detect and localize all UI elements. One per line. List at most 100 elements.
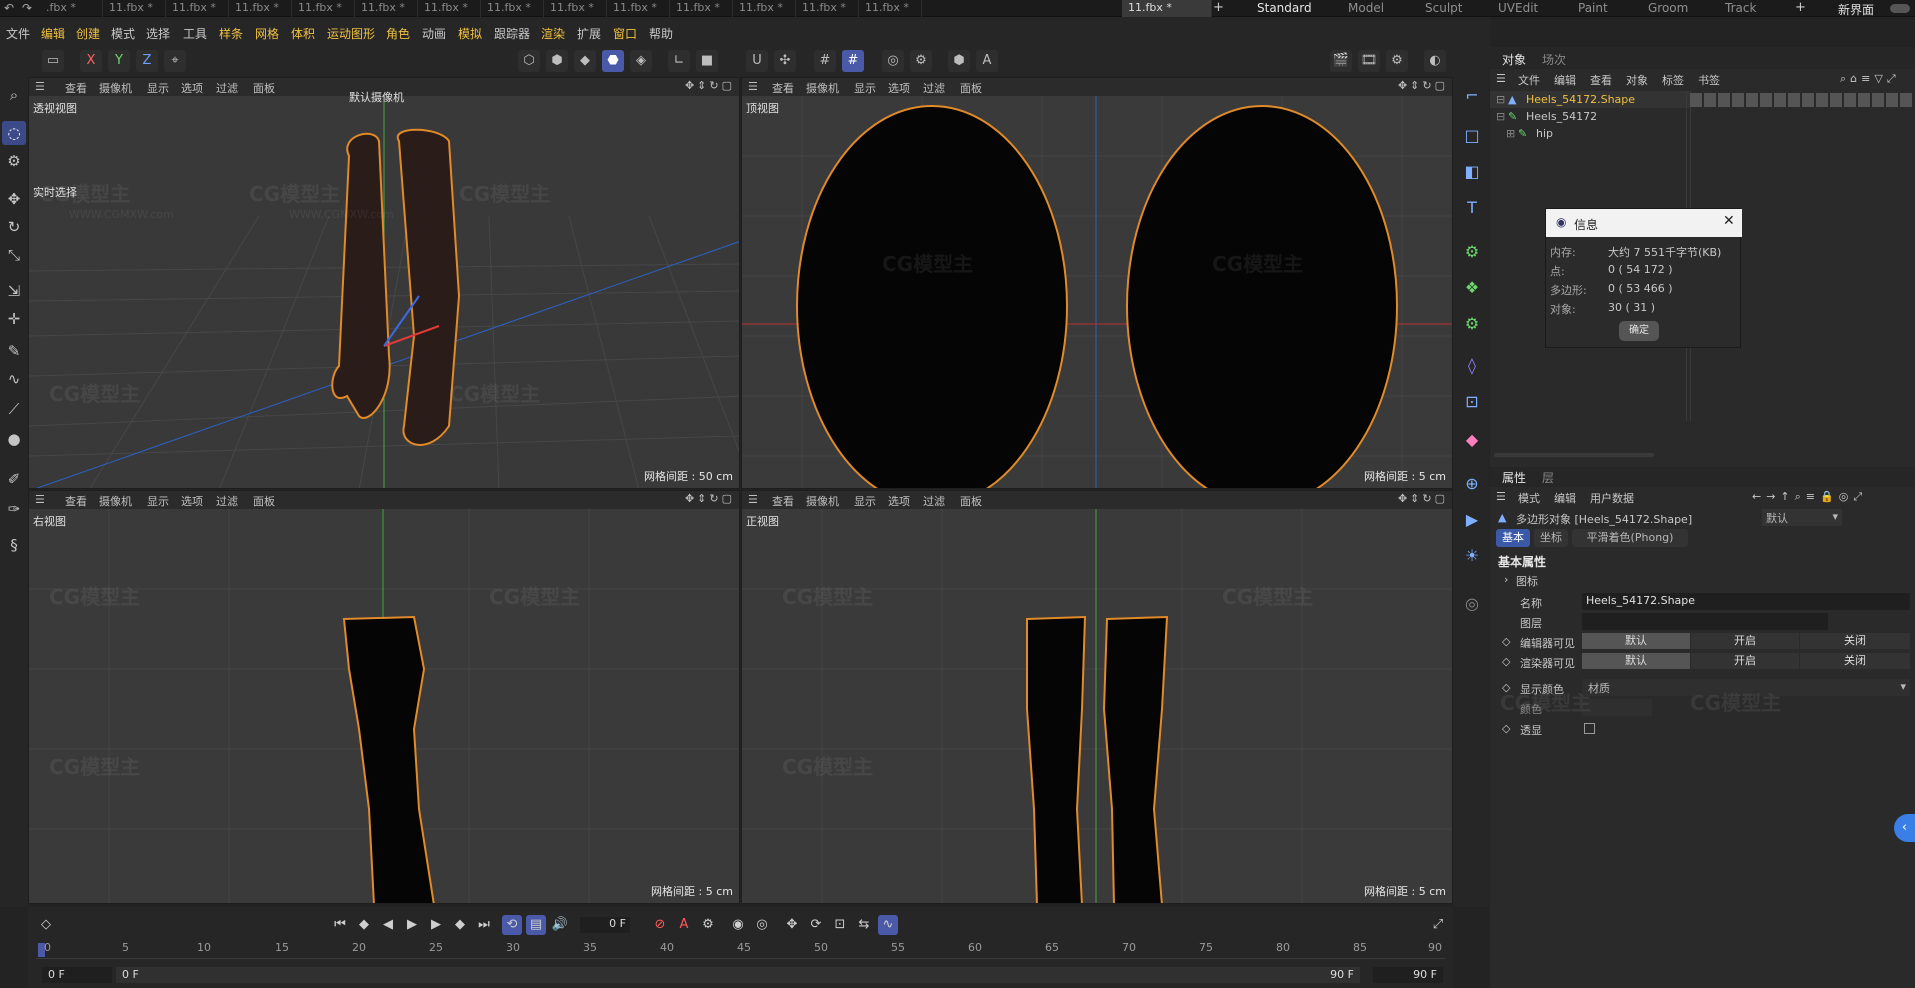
key-settings-icon[interactable]: ⚙ bbox=[698, 915, 718, 935]
attributes-menu-userdata[interactable]: 用户数据 bbox=[1590, 490, 1634, 506]
subtab-basic[interactable]: 基本 bbox=[1496, 529, 1530, 547]
symmetry-settings-icon[interactable]: ⚙ bbox=[910, 50, 932, 72]
editor-visible-default[interactable]: 默认 bbox=[1582, 633, 1690, 649]
file-tab[interactable]: 11.fbx * bbox=[229, 0, 292, 17]
viewport-nav-icons[interactable]: ✥⇕↻▢ bbox=[685, 79, 735, 92]
uv-mode-icon[interactable]: ◈ bbox=[630, 50, 652, 72]
file-tab[interactable]: 11.fbx * bbox=[355, 0, 418, 17]
light-object-icon[interactable]: ☀ bbox=[1459, 543, 1485, 569]
menu-volume[interactable]: 体积 bbox=[291, 25, 315, 42]
tree-expand-icon[interactable]: ⊟ bbox=[1496, 93, 1505, 106]
objects-menu-bookmarks[interactable]: 书签 bbox=[1698, 72, 1720, 88]
viewport-nav-icons[interactable]: ✥⇕↻▢ bbox=[685, 492, 735, 505]
objects-menu-tags[interactable]: 标签 bbox=[1662, 72, 1684, 88]
objects-toolbar-icons[interactable]: ⌕⌂≡▽⤢ bbox=[1840, 72, 1900, 86]
spline-tool-icon[interactable]: § bbox=[2, 533, 26, 557]
soft-selection-icon[interactable]: ■ bbox=[696, 50, 718, 72]
sculpt-tool-icon[interactable]: ✑ bbox=[2, 497, 26, 521]
menu-create[interactable]: 创建 bbox=[76, 25, 100, 42]
menu-select[interactable]: 选择 bbox=[146, 25, 170, 42]
ok-button[interactable]: 确定 bbox=[1619, 321, 1659, 341]
menu-simulate[interactable]: 模拟 bbox=[458, 25, 482, 42]
search-icon[interactable]: ⌕ bbox=[2, 83, 26, 107]
viewport-menu-view[interactable]: 查看 bbox=[772, 493, 794, 509]
file-tab[interactable]: 11.fbx * bbox=[859, 0, 922, 17]
fcurve-toggle-icon[interactable]: ⇆ bbox=[854, 915, 874, 935]
null-object-icon[interactable]: ⊡ bbox=[1459, 389, 1485, 415]
tab-layers[interactable]: 层 bbox=[1542, 469, 1554, 486]
editor-visible-on[interactable]: 开启 bbox=[1691, 633, 1799, 649]
move-tool-icon[interactable]: ✥ bbox=[2, 187, 26, 211]
guide-icon[interactable]: A bbox=[976, 50, 998, 72]
fcurve-icon[interactable]: ∿ bbox=[878, 915, 898, 935]
viewport-menu-display[interactable]: 显示 bbox=[147, 80, 169, 96]
file-tab[interactable]: 11.fbx * bbox=[607, 0, 670, 17]
render-visible-off[interactable]: 关闭 bbox=[1800, 653, 1910, 669]
render-settings-icon[interactable]: ⚙ bbox=[1386, 50, 1408, 72]
material-tags-row[interactable] bbox=[1690, 93, 1912, 107]
pen-tool-icon[interactable]: ✎ bbox=[2, 339, 26, 363]
key-scale-icon[interactable]: ✥ bbox=[782, 915, 802, 935]
spline-pen-icon[interactable]: ⌐ bbox=[1459, 83, 1485, 109]
key-position-icon[interactable]: ◉ bbox=[728, 915, 748, 935]
object-mode-icon[interactable]: ⬣ bbox=[602, 50, 624, 72]
viewport-menu-view[interactable]: 查看 bbox=[65, 493, 87, 509]
menu-render[interactable]: 渲染 bbox=[541, 25, 565, 42]
scale-tool-icon[interactable]: ⤡ bbox=[2, 243, 26, 267]
file-tab[interactable]: 11.fbx * bbox=[481, 0, 544, 17]
objects-menu-view[interactable]: 查看 bbox=[1590, 72, 1612, 88]
keyframe-mode-icon[interactable]: ◇ bbox=[36, 915, 56, 935]
editor-visible-off[interactable]: 关闭 bbox=[1800, 633, 1910, 649]
file-tab[interactable]: 11.fbx * bbox=[166, 0, 229, 17]
polygons-mode-icon[interactable]: ◆ bbox=[574, 50, 596, 72]
attributes-menu-edit[interactable]: 编辑 bbox=[1554, 490, 1576, 506]
next-key-icon[interactable]: ◆ bbox=[450, 915, 470, 935]
viewport-menu-display[interactable]: 显示 bbox=[854, 493, 876, 509]
list-item[interactable]: ⊟ ✎ Heels_54172 bbox=[1490, 108, 1690, 125]
menu-extensions[interactable]: 扩展 bbox=[577, 25, 601, 42]
viewport-menu-display[interactable]: 显示 bbox=[854, 80, 876, 96]
layout-tab-uvedit[interactable]: UVEdit bbox=[1498, 0, 1538, 17]
subtab-phong[interactable]: 平滑着色(Phong) bbox=[1572, 529, 1688, 547]
viewport-menu-icon[interactable]: ☰ bbox=[748, 493, 758, 506]
file-tab[interactable]: 11.fbx * bbox=[670, 0, 733, 17]
y-axis-lock-icon[interactable]: Y bbox=[108, 50, 130, 72]
icon-row-label[interactable]: 图标 bbox=[1516, 573, 1538, 589]
menu-tools[interactable]: 工具 bbox=[183, 25, 207, 42]
grid-snap-icon[interactable]: # bbox=[814, 50, 836, 72]
menu-mesh[interactable]: 网格 bbox=[255, 25, 279, 42]
list-item[interactable]: ⊞ ✎ hip bbox=[1490, 125, 1690, 142]
model-mode-icon[interactable]: ▭ bbox=[42, 50, 64, 72]
key-param-icon[interactable]: ⟳ bbox=[806, 915, 826, 935]
key-rotation-icon[interactable]: ◎ bbox=[752, 915, 772, 935]
undo-icon[interactable]: ↶ bbox=[4, 1, 14, 15]
cube-object-icon[interactable]: ◧ bbox=[1459, 159, 1485, 185]
timeline-mode-icon[interactable]: ▤ bbox=[526, 915, 546, 935]
layout-tab-paint[interactable]: Paint bbox=[1578, 0, 1608, 17]
live-selection-icon[interactable]: ◌ bbox=[2, 121, 26, 145]
go-to-start-icon[interactable]: ⏮ bbox=[330, 915, 350, 935]
close-icon[interactable]: ✕ bbox=[1723, 213, 1735, 229]
knife-tool-icon[interactable]: ⟋ bbox=[2, 397, 26, 421]
environment-icon[interactable]: ⊕ bbox=[1459, 471, 1485, 497]
loop-icon[interactable]: ⟲ bbox=[502, 915, 522, 935]
name-field[interactable]: Heels_54172.Shape bbox=[1582, 593, 1910, 610]
paint-tool-icon[interactable]: ● bbox=[2, 427, 26, 451]
section-expand-icon[interactable]: › bbox=[1504, 573, 1508, 586]
z-axis-lock-icon[interactable]: Z bbox=[136, 50, 158, 72]
symmetry-icon[interactable]: ◎ bbox=[882, 50, 904, 72]
layout-tab-sculpt[interactable]: Sculpt bbox=[1425, 0, 1462, 17]
add-layout-icon[interactable]: + bbox=[1795, 0, 1806, 15]
x-axis-lock-icon[interactable]: X bbox=[80, 50, 102, 72]
snap-tool-icon[interactable]: ✛ bbox=[2, 307, 26, 331]
layout-tab-groom[interactable]: Groom bbox=[1648, 0, 1688, 17]
viewport-menu-options[interactable]: 选项 bbox=[888, 493, 910, 509]
viewport-top[interactable]: ☰ 查看 摄像机 显示 选项 过滤 面板 ✥⇕↻▢ 顶视图 网格间距 : 5 c… bbox=[741, 77, 1453, 489]
viewport-menu-panel[interactable]: 面板 bbox=[253, 493, 275, 509]
workplane-icon[interactable]: # bbox=[842, 50, 864, 72]
redo-icon[interactable]: ↷ bbox=[22, 1, 32, 15]
edges-mode-icon[interactable]: ⬢ bbox=[546, 50, 568, 72]
viewport-nav-icons[interactable]: ✥⇕↻▢ bbox=[1398, 492, 1448, 505]
play-icon[interactable]: ▶ bbox=[402, 915, 422, 935]
keyframe-diamond-icon[interactable]: ◇ bbox=[1502, 655, 1510, 668]
